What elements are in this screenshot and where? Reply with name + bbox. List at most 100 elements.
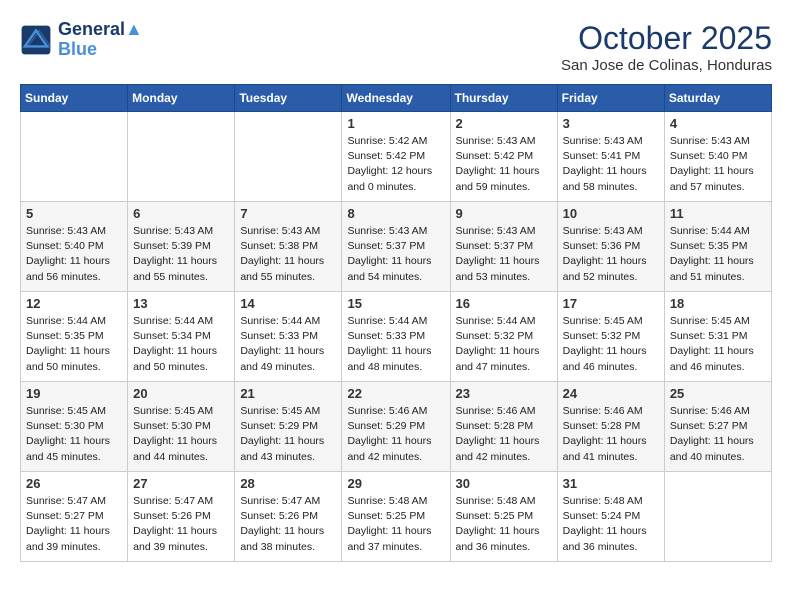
calendar-cell — [128, 112, 235, 202]
calendar-cell: 18 Sunrise: 5:45 AM Sunset: 5:31 PM Dayli… — [664, 292, 771, 382]
day-number: 3 — [563, 116, 659, 131]
day-info: Sunrise: 5:43 AM Sunset: 5:39 PM Dayligh… — [133, 224, 229, 285]
day-number: 28 — [240, 476, 336, 491]
day-number: 19 — [26, 386, 122, 401]
calendar-cell: 21 Sunrise: 5:45 AM Sunset: 5:29 PM Dayli… — [235, 382, 342, 472]
location-subtitle: San Jose de Colinas, Honduras — [561, 57, 772, 74]
day-number: 8 — [347, 206, 444, 221]
day-info: Sunrise: 5:45 AM Sunset: 5:31 PM Dayligh… — [670, 314, 766, 375]
day-number: 27 — [133, 476, 229, 491]
week-row-5: 26 Sunrise: 5:47 AM Sunset: 5:27 PM Dayli… — [21, 472, 772, 562]
calendar-cell: 13Sunrise: 5:44 AM Sunset: 5:34 PM Dayli… — [128, 292, 235, 382]
day-info: Sunrise: 5:45 AM Sunset: 5:30 PM Dayligh… — [26, 404, 122, 465]
calendar-cell: 27 Sunrise: 5:47 AM Sunset: 5:26 PM Dayli… — [128, 472, 235, 562]
day-info: Sunrise: 5:43 AM Sunset: 5:37 PM Dayligh… — [347, 224, 444, 285]
calendar-cell — [664, 472, 771, 562]
day-info: Sunrise: 5:47 AM Sunset: 5:26 PM Dayligh… — [133, 494, 229, 555]
calendar-cell: 16Sunrise: 5:44 AM Sunset: 5:32 PM Dayli… — [450, 292, 557, 382]
calendar-cell — [235, 112, 342, 202]
day-number: 31 — [563, 476, 659, 491]
calendar-cell: 20Sunrise: 5:45 AM Sunset: 5:30 PM Dayli… — [128, 382, 235, 472]
calendar-cell: 29Sunrise: 5:48 AM Sunset: 5:25 PM Dayli… — [342, 472, 450, 562]
day-info: Sunrise: 5:43 AM Sunset: 5:40 PM Dayligh… — [26, 224, 122, 285]
day-info: Sunrise: 5:46 AM Sunset: 5:27 PM Dayligh… — [670, 404, 766, 465]
day-number: 15 — [347, 296, 444, 311]
day-info: Sunrise: 5:45 AM Sunset: 5:32 PM Dayligh… — [563, 314, 659, 375]
day-info: Sunrise: 5:46 AM Sunset: 5:28 PM Dayligh… — [563, 404, 659, 465]
page-header: General▲ Blue October 2025 San Jose de C… — [20, 20, 772, 74]
day-info: Sunrise: 5:44 AM Sunset: 5:33 PM Dayligh… — [347, 314, 444, 375]
day-number: 9 — [456, 206, 552, 221]
calendar-body: 1Sunrise: 5:42 AM Sunset: 5:42 PM Daylig… — [21, 112, 772, 562]
calendar-cell: 30 Sunrise: 5:48 AM Sunset: 5:25 PM Dayli… — [450, 472, 557, 562]
calendar-header: SundayMondayTuesdayWednesdayThursdayFrid… — [21, 85, 772, 112]
day-number: 6 — [133, 206, 229, 221]
calendar-cell: 3 Sunrise: 5:43 AM Sunset: 5:41 PM Daylig… — [557, 112, 664, 202]
week-row-3: 12 Sunrise: 5:44 AM Sunset: 5:35 PM Dayli… — [21, 292, 772, 382]
column-header-thursday: Thursday — [450, 85, 557, 112]
day-number: 7 — [240, 206, 336, 221]
day-number: 1 — [347, 116, 444, 131]
calendar-cell: 5 Sunrise: 5:43 AM Sunset: 5:40 PM Daylig… — [21, 202, 128, 292]
column-header-sunday: Sunday — [21, 85, 128, 112]
calendar-cell: 23 Sunrise: 5:46 AM Sunset: 5:28 PM Dayli… — [450, 382, 557, 472]
column-header-monday: Monday — [128, 85, 235, 112]
calendar-cell: 6 Sunrise: 5:43 AM Sunset: 5:39 PM Daylig… — [128, 202, 235, 292]
calendar-cell: 4Sunrise: 5:43 AM Sunset: 5:40 PM Daylig… — [664, 112, 771, 202]
column-header-saturday: Saturday — [664, 85, 771, 112]
calendar-cell: 28 Sunrise: 5:47 AM Sunset: 5:26 PM Dayli… — [235, 472, 342, 562]
title-block: October 2025 San Jose de Colinas, Hondur… — [561, 20, 772, 74]
day-info: Sunrise: 5:44 AM Sunset: 5:35 PM Dayligh… — [670, 224, 766, 285]
calendar-cell: 8 Sunrise: 5:43 AM Sunset: 5:37 PM Daylig… — [342, 202, 450, 292]
day-number: 30 — [456, 476, 552, 491]
calendar-cell: 19 Sunrise: 5:45 AM Sunset: 5:30 PM Dayli… — [21, 382, 128, 472]
day-info: Sunrise: 5:44 AM Sunset: 5:33 PM Dayligh… — [240, 314, 336, 375]
calendar-cell: 24 Sunrise: 5:46 AM Sunset: 5:28 PM Dayli… — [557, 382, 664, 472]
day-info: Sunrise: 5:48 AM Sunset: 5:24 PM Dayligh… — [563, 494, 659, 555]
day-number: 21 — [240, 386, 336, 401]
logo-text: General▲ Blue — [58, 20, 143, 60]
day-number: 23 — [456, 386, 552, 401]
calendar-cell: 9Sunrise: 5:43 AM Sunset: 5:37 PM Daylig… — [450, 202, 557, 292]
day-info: Sunrise: 5:43 AM Sunset: 5:41 PM Dayligh… — [563, 134, 659, 195]
day-info: Sunrise: 5:46 AM Sunset: 5:29 PM Dayligh… — [347, 404, 444, 465]
day-number: 22 — [347, 386, 444, 401]
day-number: 12 — [26, 296, 122, 311]
column-header-tuesday: Tuesday — [235, 85, 342, 112]
column-header-friday: Friday — [557, 85, 664, 112]
day-number: 29 — [347, 476, 444, 491]
day-number: 25 — [670, 386, 766, 401]
calendar-cell — [21, 112, 128, 202]
day-number: 18 — [670, 296, 766, 311]
week-row-1: 1Sunrise: 5:42 AM Sunset: 5:42 PM Daylig… — [21, 112, 772, 202]
day-number: 16 — [456, 296, 552, 311]
day-info: Sunrise: 5:43 AM Sunset: 5:38 PM Dayligh… — [240, 224, 336, 285]
week-row-2: 5 Sunrise: 5:43 AM Sunset: 5:40 PM Daylig… — [21, 202, 772, 292]
day-info: Sunrise: 5:45 AM Sunset: 5:29 PM Dayligh… — [240, 404, 336, 465]
day-number: 2 — [456, 116, 552, 131]
day-number: 5 — [26, 206, 122, 221]
day-number: 26 — [26, 476, 122, 491]
day-info: Sunrise: 5:46 AM Sunset: 5:28 PM Dayligh… — [456, 404, 552, 465]
calendar-cell: 17Sunrise: 5:45 AM Sunset: 5:32 PM Dayli… — [557, 292, 664, 382]
day-number: 14 — [240, 296, 336, 311]
day-info: Sunrise: 5:44 AM Sunset: 5:35 PM Dayligh… — [26, 314, 122, 375]
day-info: Sunrise: 5:47 AM Sunset: 5:26 PM Dayligh… — [240, 494, 336, 555]
day-info: Sunrise: 5:48 AM Sunset: 5:25 PM Dayligh… — [456, 494, 552, 555]
logo-icon — [20, 24, 52, 56]
calendar-cell: 1Sunrise: 5:42 AM Sunset: 5:42 PM Daylig… — [342, 112, 450, 202]
calendar-cell: 7 Sunrise: 5:43 AM Sunset: 5:38 PM Daylig… — [235, 202, 342, 292]
calendar-cell: 12 Sunrise: 5:44 AM Sunset: 5:35 PM Dayli… — [21, 292, 128, 382]
day-info: Sunrise: 5:44 AM Sunset: 5:34 PM Dayligh… — [133, 314, 229, 375]
day-info: Sunrise: 5:47 AM Sunset: 5:27 PM Dayligh… — [26, 494, 122, 555]
calendar-cell: 22 Sunrise: 5:46 AM Sunset: 5:29 PM Dayli… — [342, 382, 450, 472]
calendar-cell: 11 Sunrise: 5:44 AM Sunset: 5:35 PM Dayli… — [664, 202, 771, 292]
month-title: October 2025 — [561, 20, 772, 57]
calendar-cell: 14 Sunrise: 5:44 AM Sunset: 5:33 PM Dayli… — [235, 292, 342, 382]
day-number: 24 — [563, 386, 659, 401]
calendar-cell: 25 Sunrise: 5:46 AM Sunset: 5:27 PM Dayli… — [664, 382, 771, 472]
calendar-cell: 10Sunrise: 5:43 AM Sunset: 5:36 PM Dayli… — [557, 202, 664, 292]
calendar-cell: 31 Sunrise: 5:48 AM Sunset: 5:24 PM Dayli… — [557, 472, 664, 562]
column-header-wednesday: Wednesday — [342, 85, 450, 112]
day-number: 11 — [670, 206, 766, 221]
